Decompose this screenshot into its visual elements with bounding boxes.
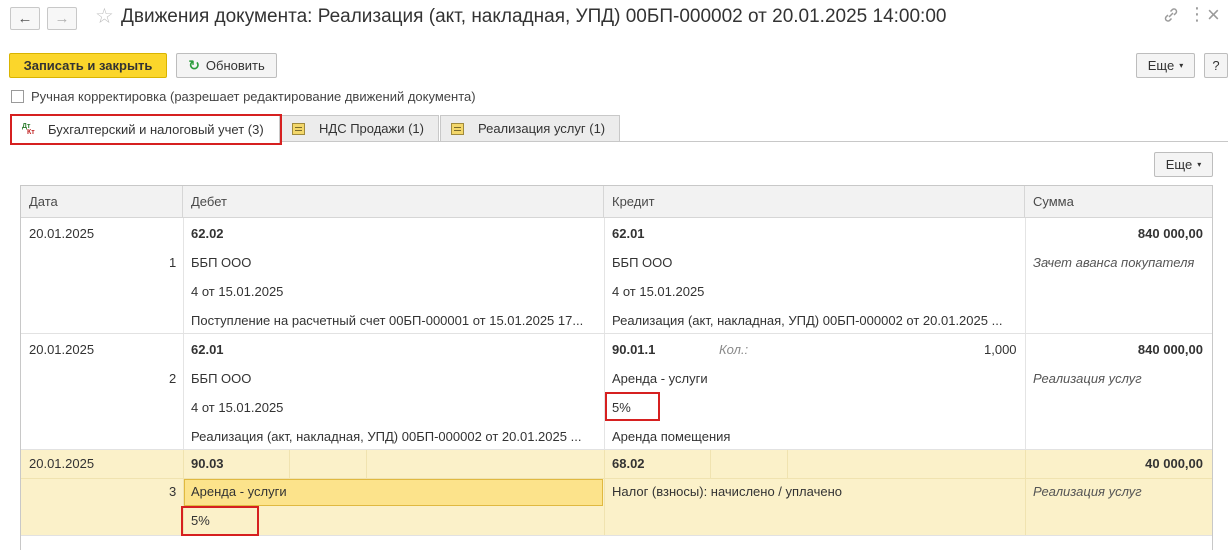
column-header-date[interactable]: Дата: [21, 186, 183, 218]
movements-table: Дата Дебет Кредит Сумма 20.01.2025 1 62.…: [20, 185, 1213, 550]
table-row-selected[interactable]: 20.01.2025 3 90.03 Аренда - услуги 5% 68…: [21, 450, 1212, 536]
debit-subconto-1: ББП ООО: [191, 371, 252, 386]
row-date: 20.01.2025: [29, 226, 95, 241]
entry-content: Зачет аванса покупателя: [1033, 255, 1195, 270]
arrow-left-icon: ←: [17, 10, 33, 27]
table-more-button[interactable]: Еще ▾: [1154, 152, 1213, 177]
manual-correction-checkbox[interactable]: [11, 90, 24, 103]
highlight-frame-vat-rate: [181, 506, 259, 536]
table-more-label: Еще: [1165, 157, 1193, 172]
chevron-down-icon: ▾: [1179, 61, 1184, 70]
credit-subconto-3: Реализация (акт, накладная, УПД) 00БП-00…: [612, 313, 1003, 328]
help-label: ?: [1212, 58, 1220, 73]
amount: 840 000,00: [1137, 342, 1203, 357]
column-header-debit[interactable]: Дебет: [183, 186, 604, 218]
row-number: 1: [169, 255, 177, 270]
credit-quantity: 1,000: [984, 342, 1017, 357]
credit-subconto-1: ББП ООО: [612, 255, 673, 270]
credit-account: 68.02: [612, 456, 645, 471]
debit-subconto-3: Поступление на расчетный счет 00БП-00000…: [191, 313, 584, 328]
debit-account: 62.01: [191, 342, 224, 357]
favorite-star-icon[interactable]: ☆: [95, 4, 114, 29]
chevron-down-icon: ▾: [1197, 160, 1202, 169]
back-button[interactable]: ←: [10, 7, 40, 30]
credit-quantity-label: Кол.:: [719, 342, 749, 357]
manual-correction-label: Ручная корректировка (разрешает редактир…: [31, 89, 476, 104]
more-button[interactable]: Еще ▾: [1136, 53, 1195, 78]
table-row[interactable]: 20.01.2025 1 62.02 ББП ООО 4 от 15.01.20…: [21, 218, 1212, 334]
more-vertical-icon[interactable]: ⋮: [1188, 4, 1206, 25]
save-and-close-button[interactable]: Записать и закрыть: [9, 53, 167, 78]
help-button[interactable]: ?: [1204, 53, 1228, 78]
link-icon[interactable]: [1163, 7, 1179, 26]
tab-service-sales[interactable]: Реализация услуг (1): [440, 115, 620, 141]
debit-subconto-2: 4 от 15.01.2025: [191, 400, 284, 415]
entry-content: Реализация услуг: [1033, 371, 1142, 386]
tab-vat-sales-label: НДС Продажи (1): [319, 121, 424, 136]
window-title: Движения документа: Реализация (акт, нак…: [121, 6, 947, 27]
row-date: 20.01.2025: [29, 342, 95, 357]
debit-subconto-2: 4 от 15.01.2025: [191, 284, 284, 299]
entry-content: Реализация услуг: [1033, 484, 1142, 499]
table-row[interactable]: 20.01.2025 2 62.01 ББП ООО 4 от 15.01.20…: [21, 334, 1212, 450]
refresh-label: Обновить: [205, 58, 265, 73]
credit-account: 90.01.1: [612, 342, 656, 357]
credit-subconto-2: 4 от 15.01.2025: [612, 284, 705, 299]
debit-subconto-1: ББП ООО: [191, 255, 252, 270]
refresh-icon: ↻: [188, 57, 200, 73]
debit-subconto-1: Аренда - услуги: [191, 484, 287, 499]
amount: 40 000,00: [1145, 456, 1203, 471]
highlight-frame-vat-rate: [605, 392, 660, 421]
refresh-button[interactable]: ↻ Обновить: [176, 53, 277, 78]
tab-vat-sales[interactable]: НДС Продажи (1): [281, 115, 439, 141]
arrow-right-icon: →: [54, 10, 70, 27]
save-and-close-label: Записать и закрыть: [23, 58, 153, 73]
credit-subconto-3: Аренда помещения: [612, 429, 731, 444]
amount: 840 000,00: [1137, 226, 1203, 241]
credit-account: 62.01: [612, 226, 645, 241]
column-header-amount[interactable]: Сумма: [1025, 186, 1214, 218]
highlight-frame-tab: [10, 114, 282, 145]
register-icon: [292, 122, 305, 135]
credit-subconto-1: Налог (взносы): начислено / уплачено: [612, 484, 842, 499]
debit-account: 62.02: [191, 226, 224, 241]
close-icon[interactable]: ×: [1207, 2, 1220, 28]
debit-account: 90.03: [191, 456, 224, 471]
row-number: 3: [169, 484, 177, 499]
row-date: 20.01.2025: [29, 456, 95, 471]
column-header-credit[interactable]: Кредит: [604, 186, 1025, 218]
row-number: 2: [169, 371, 177, 386]
forward-button[interactable]: →: [47, 7, 77, 30]
table-header: Дата Дебет Кредит Сумма: [21, 186, 1212, 218]
debit-subconto-3: Реализация (акт, накладная, УПД) 00БП-00…: [191, 429, 582, 444]
more-label: Еще: [1147, 58, 1175, 73]
credit-subconto-1: Аренда - услуги: [612, 371, 708, 386]
tab-service-sales-label: Реализация услуг (1): [478, 121, 606, 136]
register-icon: [451, 122, 464, 135]
